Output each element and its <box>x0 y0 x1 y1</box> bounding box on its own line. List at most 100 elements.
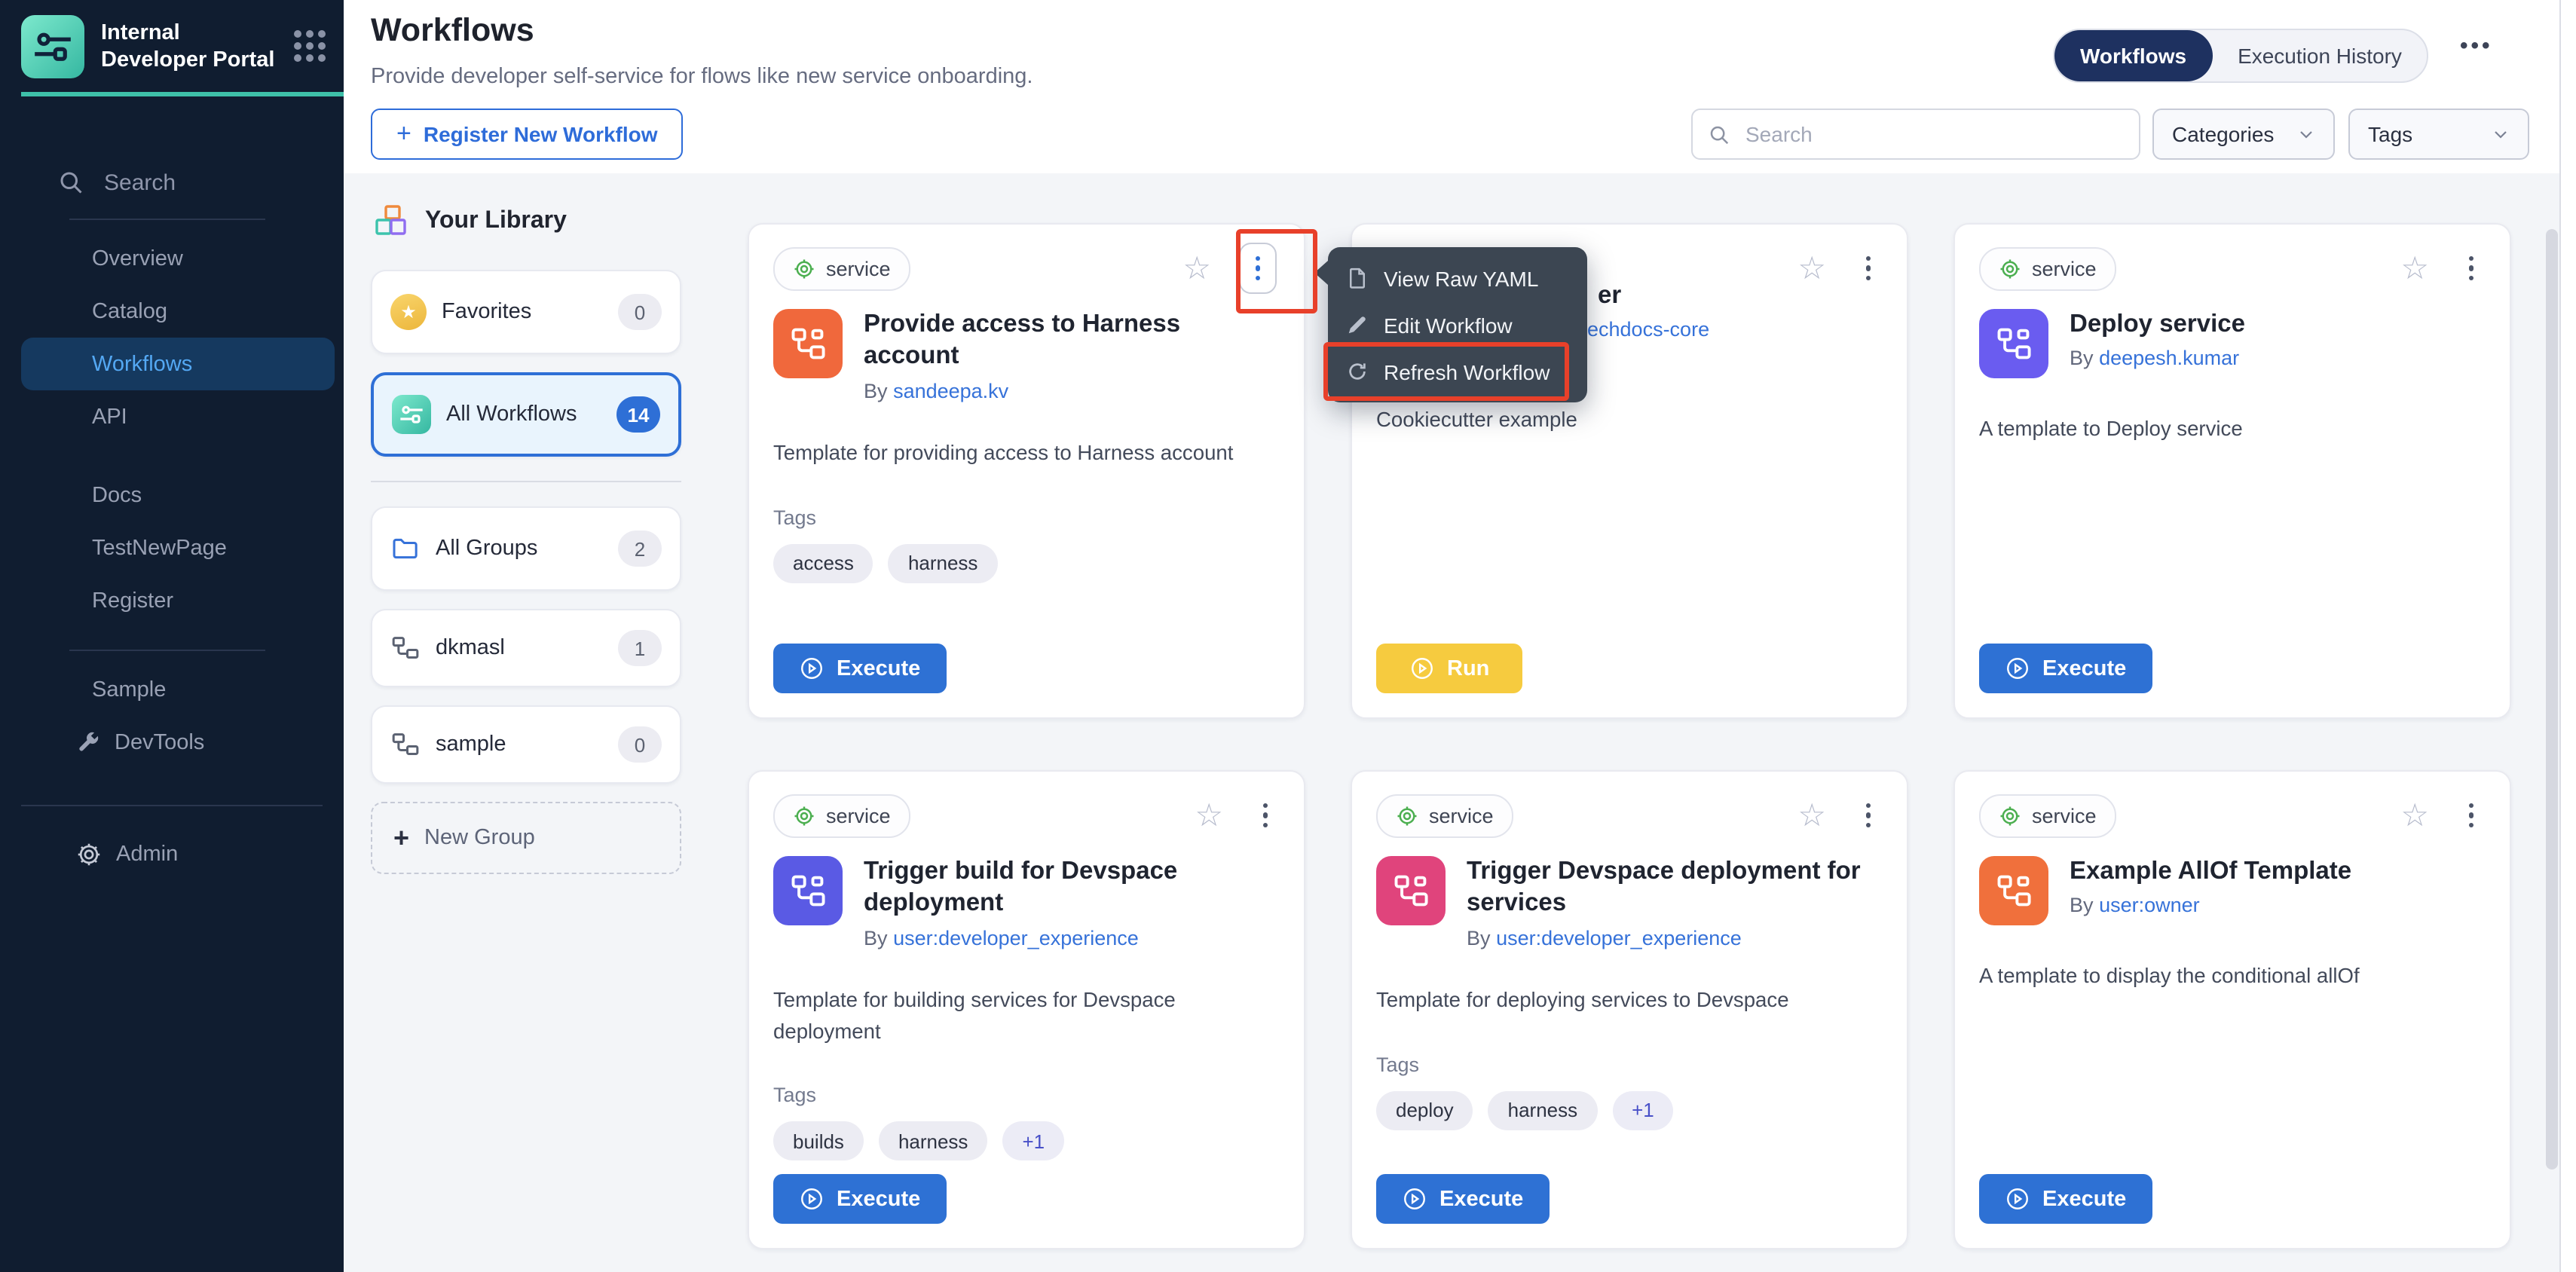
tag-chip[interactable]: harness <box>879 1122 988 1161</box>
tag-chip[interactable]: builds <box>773 1122 864 1161</box>
run-button[interactable]: Run <box>1376 644 1522 693</box>
sidebar-item-workflows[interactable]: Workflows <box>21 338 335 390</box>
workflow-description: A template to Deploy service <box>1979 414 2486 445</box>
tag-chip-more[interactable]: +1 <box>1002 1122 1064 1161</box>
sidebar-item-catalog[interactable]: Catalog <box>21 285 335 338</box>
author-link[interactable]: sandeepa.kv <box>893 380 1008 402</box>
refresh-icon <box>1346 360 1369 383</box>
workflow-author: By user:developer_experience <box>1467 927 1883 949</box>
library-item-favorites[interactable]: ★ Favorites 0 <box>371 270 681 354</box>
workflow-search <box>1691 109 2140 160</box>
categories-dropdown[interactable]: Categories <box>2152 109 2335 160</box>
library-header: Your Library <box>374 203 681 240</box>
new-group-button[interactable]: + New Group <box>371 802 681 874</box>
chevron-down-icon <box>2492 125 2510 143</box>
sidebar-item-overview[interactable]: Overview <box>21 232 335 285</box>
page-title: Workflows <box>371 12 534 50</box>
favorite-star-icon[interactable]: ☆ <box>1182 252 1211 284</box>
workflow-context-menu: View Raw YAML Edit Workflow Refresh Work… <box>1328 247 1587 402</box>
sidebar-item-devtools[interactable]: DevTools <box>21 716 335 769</box>
author-link[interactable]: user:owner <box>2099 894 2200 917</box>
favorite-star-icon[interactable]: ☆ <box>1195 800 1223 831</box>
execute-button[interactable]: Execute <box>1979 644 2152 693</box>
workflow-icon <box>1979 309 2048 378</box>
favorite-star-icon[interactable]: ☆ <box>1797 252 1826 284</box>
gear-icon <box>1396 804 1418 827</box>
search-input[interactable] <box>1742 121 2124 148</box>
library-divider <box>371 481 681 482</box>
scrollbar-thumb[interactable] <box>2546 229 2558 1170</box>
author-link[interactable]: user:developer_experience <box>1496 927 1742 949</box>
chevron-down-icon <box>2297 125 2315 143</box>
brand: Internal Developer Portal <box>0 0 344 78</box>
execute-button[interactable]: Execute <box>773 644 946 693</box>
tag-chip[interactable]: access <box>773 543 873 582</box>
gear-icon <box>793 257 815 280</box>
workflow-icon <box>773 856 843 925</box>
library-item-sample[interactable]: sample 0 <box>371 705 681 784</box>
category-chip: service <box>1979 793 2116 837</box>
workflow-title-fragment: er <box>1598 282 1621 310</box>
kebab-menu-button[interactable] <box>1238 243 1277 295</box>
sidebar-item-testnewpage[interactable]: TestNewPage <box>21 521 335 574</box>
menu-item-view-raw-yaml[interactable]: View Raw YAML <box>1328 255 1587 301</box>
kebab-menu-button[interactable] <box>1853 794 1883 837</box>
sidebar-item-api[interactable]: API <box>21 390 335 443</box>
tab-execution-history[interactable]: Execution History <box>2212 30 2428 81</box>
workflow-icon <box>1376 856 1446 925</box>
tab-workflows[interactable]: Workflows <box>2054 30 2212 81</box>
tag-chip[interactable]: harness <box>889 543 998 582</box>
workflow-title: Provide access to Harness account <box>864 309 1280 374</box>
workflow-author: By deepesh.kumar <box>2070 347 2245 370</box>
sidebar-item-admin[interactable]: Admin <box>21 827 335 880</box>
play-icon <box>1402 1186 1427 1212</box>
menu-item-refresh-workflow[interactable]: Refresh Workflow <box>1328 348 1587 395</box>
sidebar-item-docs[interactable]: Docs <box>21 469 335 521</box>
kebab-menu-button[interactable] <box>1250 794 1280 837</box>
harness-idp-logo-icon <box>21 15 84 78</box>
favorite-star-icon[interactable]: ☆ <box>2400 252 2429 284</box>
register-new-workflow-button[interactable]: + Register New Workflow <box>371 109 684 160</box>
count-badge: 14 <box>616 396 660 433</box>
kebab-menu-button[interactable] <box>2456 247 2486 290</box>
execute-button[interactable]: Execute <box>1376 1174 1549 1224</box>
workflow-card-deploy-service: service ☆ <box>1953 223 2511 719</box>
kebab-menu-button[interactable] <box>2456 794 2486 837</box>
execute-button[interactable]: Execute <box>1979 1174 2152 1224</box>
tag-chip[interactable]: harness <box>1488 1090 1598 1130</box>
tags-block: Tags access harness <box>773 506 1280 582</box>
menu-item-edit-workflow[interactable]: Edit Workflow <box>1328 301 1587 348</box>
library-item-all-workflows[interactable]: All Workflows 14 <box>371 372 681 457</box>
sidebar-nav: Overview Catalog Workflows API Docs Test… <box>0 232 344 880</box>
brand-title: Internal Developer Portal <box>101 15 277 75</box>
more-options-button[interactable]: ••• <box>2460 33 2493 59</box>
plus-icon: + <box>393 822 409 854</box>
sidebar-divider <box>21 805 323 806</box>
page-header: Workflows Provide developer self-service… <box>344 0 2576 173</box>
search-icon <box>1708 123 1730 145</box>
sidebar-item-register[interactable]: Register <box>21 574 335 627</box>
scrollbar-track <box>2559 0 2576 1272</box>
sidebar-search[interactable]: Search <box>57 169 323 196</box>
internal-developer-portal-app: Internal Developer Portal Search Overvie… <box>0 0 2576 1272</box>
workflow-description: A template to display the conditional al… <box>1979 962 2486 992</box>
sidebar-item-sample[interactable]: Sample <box>21 663 335 716</box>
tag-chip[interactable]: deploy <box>1376 1090 1473 1130</box>
favorite-star-icon[interactable]: ☆ <box>2400 800 2429 831</box>
workflow-card-trigger-devspace-deployment: service ☆ <box>1351 770 1908 1249</box>
plus-icon: + <box>396 119 411 149</box>
workflow-card-example-allof: service ☆ <box>1953 770 2511 1249</box>
pencil-icon <box>1346 313 1369 336</box>
library-item-dkmasl[interactable]: dkmasl 1 <box>371 609 681 687</box>
favorite-star-icon[interactable]: ☆ <box>1797 800 1826 831</box>
kebab-menu-button[interactable] <box>1853 247 1883 290</box>
author-link[interactable]: user:developer_experience <box>893 927 1139 949</box>
library-item-all-groups[interactable]: All Groups 2 <box>371 506 681 591</box>
apps-grid-icon[interactable] <box>294 15 326 62</box>
author-link-fragment[interactable]: echdocs-core <box>1587 318 1709 341</box>
execute-button[interactable]: Execute <box>773 1174 946 1224</box>
author-link[interactable]: deepesh.kumar <box>2099 347 2239 370</box>
tags-dropdown[interactable]: Tags <box>2348 109 2529 160</box>
sidebar: Internal Developer Portal Search Overvie… <box>0 0 344 1272</box>
tag-chip-more[interactable]: +1 <box>1612 1090 1674 1130</box>
